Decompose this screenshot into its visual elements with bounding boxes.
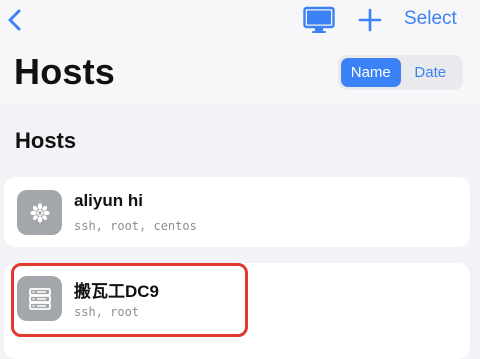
sort-by-name-segment[interactable]: Name: [341, 58, 401, 87]
add-host-button[interactable]: [357, 7, 383, 33]
sort-by-date-segment[interactable]: Date: [401, 58, 461, 87]
host-detail: ssh, root: [74, 305, 140, 319]
sort-segmented-control: Name Date: [338, 55, 463, 90]
host-row[interactable]: aliyun hi ssh, root, centos: [4, 177, 470, 247]
host-name: aliyun hi: [74, 191, 143, 210]
section-title: Hosts: [15, 128, 77, 153]
header-area: Select Hosts Name Date: [0, 0, 480, 104]
navbar: Select: [0, 0, 480, 40]
monitor-button[interactable]: [303, 6, 335, 34]
back-button[interactable]: [6, 8, 24, 32]
page-title: Hosts: [14, 51, 116, 92]
chevron-left-icon: [8, 9, 21, 31]
server-icon: [17, 276, 62, 321]
host-detail: ssh, root, centos: [74, 219, 197, 233]
host-row[interactable]: 搬瓦工DC9 ssh, root: [4, 263, 470, 359]
select-button[interactable]: Select: [404, 8, 457, 30]
screen: Select Hosts Name Date Hosts aliyun hi s…: [0, 0, 480, 359]
cloud-host-icon: [17, 190, 62, 235]
monitor-icon: [303, 6, 335, 33]
plus-icon: [358, 8, 382, 32]
host-name: 搬瓦工DC9: [74, 282, 160, 301]
